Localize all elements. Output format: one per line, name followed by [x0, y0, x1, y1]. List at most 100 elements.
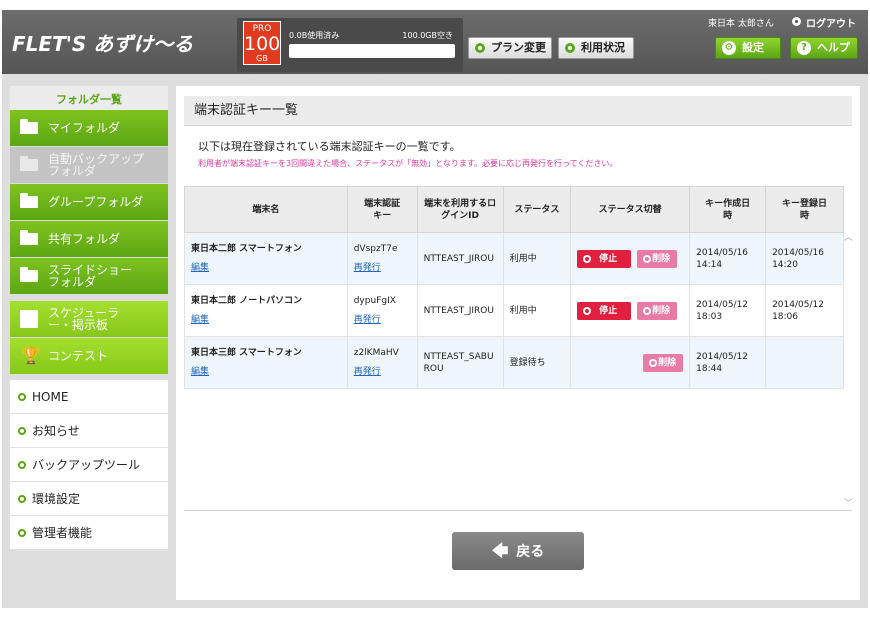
table-header-row: 端末名 端末認証キー 端末を利用するログインID ステータス ステータス切替 キ…: [184, 186, 844, 233]
table-scrollbar[interactable]: ︿ ﹀: [842, 232, 854, 509]
sidebar-item-contest[interactable]: 🏆 コンテスト: [10, 338, 168, 374]
back-button[interactable]: 🡄 戻る: [452, 532, 584, 570]
folder-icon: [20, 230, 38, 245]
device-name-cell: 東日本二郎 スマートフォン 編集: [184, 232, 348, 285]
sidebar-item-my-folder[interactable]: マイフォルダ: [10, 110, 168, 146]
circle-arrow-icon: [475, 43, 485, 53]
delete-label: 削除: [652, 305, 671, 316]
registered-cell: 2014/05/12 18:06: [765, 284, 844, 337]
circle-arrow-icon: [649, 358, 658, 367]
bullet-icon: [18, 529, 26, 537]
nav-item-backup-tool[interactable]: バックアップツール: [10, 448, 168, 482]
reissue-link[interactable]: 再発行: [354, 314, 411, 326]
trophy-icon: 🏆: [21, 346, 41, 365]
plan-badge-line3: GB: [256, 54, 268, 63]
registered-cell: 2014/05/16 14:20: [765, 232, 844, 285]
sidebar-item-scheduler[interactable]: スケジューラー・掲示板: [10, 301, 168, 337]
created-datetime: 2014/05/12 18:03: [696, 299, 749, 322]
nav-item-label: HOME: [32, 390, 69, 404]
app-logo[interactable]: FLET'S あずけ〜る: [12, 28, 193, 57]
user-name: 東日本 太郎さん: [708, 19, 774, 29]
page-title: 端末認証キー一覧: [194, 103, 299, 118]
sidebar-item-shared-folder[interactable]: 共有フォルダ: [10, 221, 168, 257]
login-id-cell: NTTEAST_JIROU: [416, 284, 504, 337]
status-cell: 利用中: [502, 284, 572, 337]
nav-item-home[interactable]: HOME: [10, 380, 168, 414]
divider: [184, 510, 852, 511]
nav-item-admin[interactable]: 管理者機能: [10, 516, 168, 550]
nav-item-label: 環境設定: [32, 492, 81, 506]
nav-item-label: 管理者機能: [32, 526, 93, 540]
auth-key: dVspzT7e: [353, 244, 398, 254]
settings-button[interactable]: ⚙ 設定: [715, 37, 781, 59]
folder-icon: [20, 193, 38, 208]
created-datetime: 2014/05/16 14:14: [696, 247, 749, 270]
sidebar-item-label: スライドショーフォルダ: [48, 263, 133, 289]
sidebar-item-label: スケジューラー・掲示板: [48, 306, 120, 332]
edit-link[interactable]: 編集: [191, 262, 341, 274]
question-icon: ?: [797, 41, 811, 55]
column-header-auth-key: 端末認証キー: [346, 186, 418, 233]
column-header-label: 端末認証キー: [364, 198, 401, 221]
usage-status-label: 利用状況: [581, 41, 625, 54]
stop-button[interactable]: 停止: [577, 301, 632, 320]
status-toggle-cell: 停止 削除: [570, 232, 691, 285]
help-label: ヘルプ: [817, 41, 850, 54]
column-header-status-toggle: ステータス切替: [570, 186, 691, 233]
folder-icon: [20, 156, 38, 171]
column-header-device-name: 端末名: [184, 186, 348, 233]
auth-key-cell: dVspzT7e 再発行: [346, 232, 418, 285]
delete-button[interactable]: 削除: [643, 353, 684, 372]
arrow-left-icon: 🡄: [491, 541, 509, 560]
column-header-status: ステータス: [502, 186, 572, 233]
registered-datetime: 2014/05/12 18:06: [772, 299, 824, 322]
nav-item-environment-settings[interactable]: 環境設定: [10, 482, 168, 516]
sidebar: フォルダ一覧 マイフォルダ 自動バックアップフォルダ グループフォルダ 共有フォ…: [10, 86, 168, 550]
free-space-label: 100.0GB空き: [402, 31, 453, 40]
usage-status-button[interactable]: 利用状況: [558, 37, 634, 59]
nav-item-news[interactable]: お知らせ: [10, 414, 168, 448]
registered-datetime: 2014/05/16 14:20: [772, 247, 824, 270]
logout-label: ログアウト: [806, 19, 856, 30]
device-name: 東日本二郎 ノートパソコン: [191, 296, 303, 306]
device-key-table: 端末名 端末認証キー 端末を利用するログインID ステータス ステータス切替 キ…: [184, 186, 844, 389]
table-row: 東日本三郎 スマートフォン 編集 z2lKMaHV 再発行 NTTEAST_SA…: [184, 336, 844, 389]
sidebar-item-auto-backup-folder: 自動バックアップフォルダ: [10, 147, 168, 183]
sidebar-item-slideshow-folder[interactable]: スライドショーフォルダ: [10, 258, 168, 294]
circle-arrow-icon: [565, 43, 575, 53]
delete-button[interactable]: 削除: [637, 301, 678, 320]
page-description: 以下は現在登録されている端末認証キーの一覧です。: [198, 140, 461, 153]
chevron-down-icon[interactable]: ﹀: [844, 500, 853, 509]
gear-icon: ⚙: [722, 41, 736, 55]
sidebar-item-label: 共有フォルダ: [48, 232, 121, 246]
column-header-label: キー登録日時: [782, 198, 828, 221]
chevron-up-icon[interactable]: ︿: [844, 234, 853, 243]
reissue-link[interactable]: 再発行: [354, 366, 411, 378]
created-cell: 2014/05/12 18:03: [689, 284, 767, 337]
column-header-login-id: 端末を利用するログインID: [416, 186, 504, 233]
device-name-cell: 東日本三郎 スマートフォン 編集: [184, 336, 348, 389]
circle-arrow-icon: [792, 17, 801, 26]
nav-item-label: バックアップツール: [32, 458, 141, 472]
logout-link[interactable]: ログアウト: [792, 15, 856, 30]
main-panel: 端末認証キー一覧 以下は現在登録されている端末認証キーの一覧です。 利用者が端末…: [176, 86, 860, 600]
plan-change-button[interactable]: プラン変更: [468, 37, 552, 59]
sidebar-item-group-folder[interactable]: グループフォルダ: [10, 184, 168, 220]
edit-link[interactable]: 編集: [191, 314, 341, 326]
device-name: 東日本二郎 スマートフォン: [191, 244, 302, 254]
plan-badge-line2: 100: [244, 33, 281, 55]
circle-arrow-icon: [643, 306, 652, 315]
usage-label: 0.0B使用済み: [289, 31, 340, 40]
plan-change-label: プラン変更: [491, 41, 546, 54]
auth-key-cell: z2lKMaHV 再発行: [346, 336, 418, 389]
stop-button[interactable]: 停止: [577, 249, 632, 268]
settings-label: 設定: [742, 41, 764, 54]
edit-link[interactable]: 編集: [191, 366, 341, 378]
plan-badge: PRO 100 GB: [243, 21, 281, 65]
reissue-link[interactable]: 再発行: [354, 262, 411, 274]
help-button[interactable]: ? ヘルプ: [790, 37, 858, 59]
circle-arrow-icon: [643, 254, 652, 263]
registered-cell: [765, 336, 844, 389]
delete-button[interactable]: 削除: [637, 249, 678, 268]
nav-item-label: お知らせ: [32, 424, 80, 438]
